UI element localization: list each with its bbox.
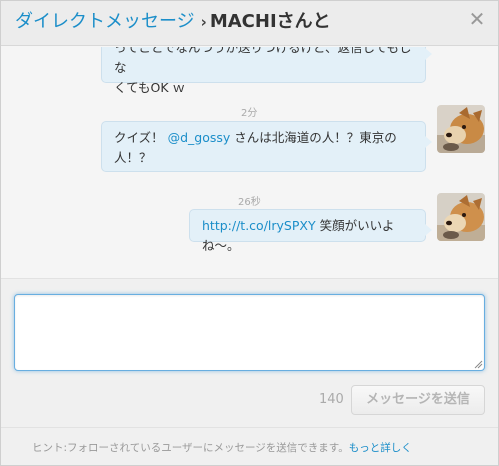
send-message-button[interactable]: メッセージを送信 <box>351 385 485 415</box>
user-mention-link[interactable]: @d_gossy <box>168 130 231 145</box>
close-icon[interactable]: ✕ <box>468 9 486 29</box>
message-bubble: http://t.co/lrySPXY 笑顔がいいよね〜。 <box>189 209 432 253</box>
shortened-url-link[interactable]: http://t.co/lrySPXY <box>202 218 316 233</box>
message-text-line: ってことでなんつうか送りつけるけど、返信してもしな <box>114 47 412 75</box>
hint-message: ヒント:フォローされているユーザーにメッセージを送信できます。 <box>32 442 349 454</box>
message-bubble: ってことでなんつうか送りつけるけど、返信してもしな くてもOK ｗ <box>101 47 432 95</box>
hint-text: ヒント:フォローされているユーザーにメッセージを送信できます。もっと詳しく <box>32 440 412 455</box>
message-timestamp: 26秒 <box>238 197 261 208</box>
learn-more-link[interactable]: もっと詳しく <box>349 442 412 454</box>
message-text: クイズ！ <box>114 130 168 145</box>
character-counter: 140 <box>319 392 344 407</box>
message-text-line: くてもOK ｗ <box>114 80 186 95</box>
message-bubble: クイズ！ @d_gossy さんは北海道の人！？東京の 人！？ <box>101 121 432 172</box>
resize-grip-icon[interactable] <box>473 359 483 369</box>
message-timestamp: 2分 <box>241 108 258 119</box>
message-text-line: クイズ！ @d_gossy さんは北海道の人！？東京の <box>114 128 413 148</box>
dog-avatar-icon <box>437 193 485 241</box>
conversation-thread: ってことでなんつうか送りつけるけど、返信してもしな くてもOK ｗ 2分 クイズ… <box>1 47 498 277</box>
message-text: さんは北海道の人！？東京の <box>230 130 397 145</box>
message-input[interactable] <box>14 294 485 371</box>
direct-message-dialog: ダイレクトメッセージ › MACHIさんと ✕ ってことでなんつうか送りつけるけど、… <box>0 0 499 466</box>
message-composer: 140 メッセージを送信 <box>1 278 498 427</box>
direct-messages-link[interactable]: ダイレクトメッセージ <box>15 11 195 32</box>
dialog-title: ダイレクトメッセージ › MACHIさんと <box>15 10 331 34</box>
dialog-header: ダイレクトメッセージ › MACHIさんと ✕ <box>1 1 498 46</box>
avatar[interactable] <box>437 193 485 241</box>
dialog-footer: ヒント:フォローされているユーザーにメッセージを送信できます。もっと詳しく <box>1 427 498 465</box>
avatar[interactable] <box>437 105 485 153</box>
message-text-line: 人！？ <box>114 150 152 165</box>
dog-avatar-icon <box>437 105 485 153</box>
conversation-name: MACHIさんと <box>209 11 331 32</box>
breadcrumb-separator: › <box>200 13 207 31</box>
